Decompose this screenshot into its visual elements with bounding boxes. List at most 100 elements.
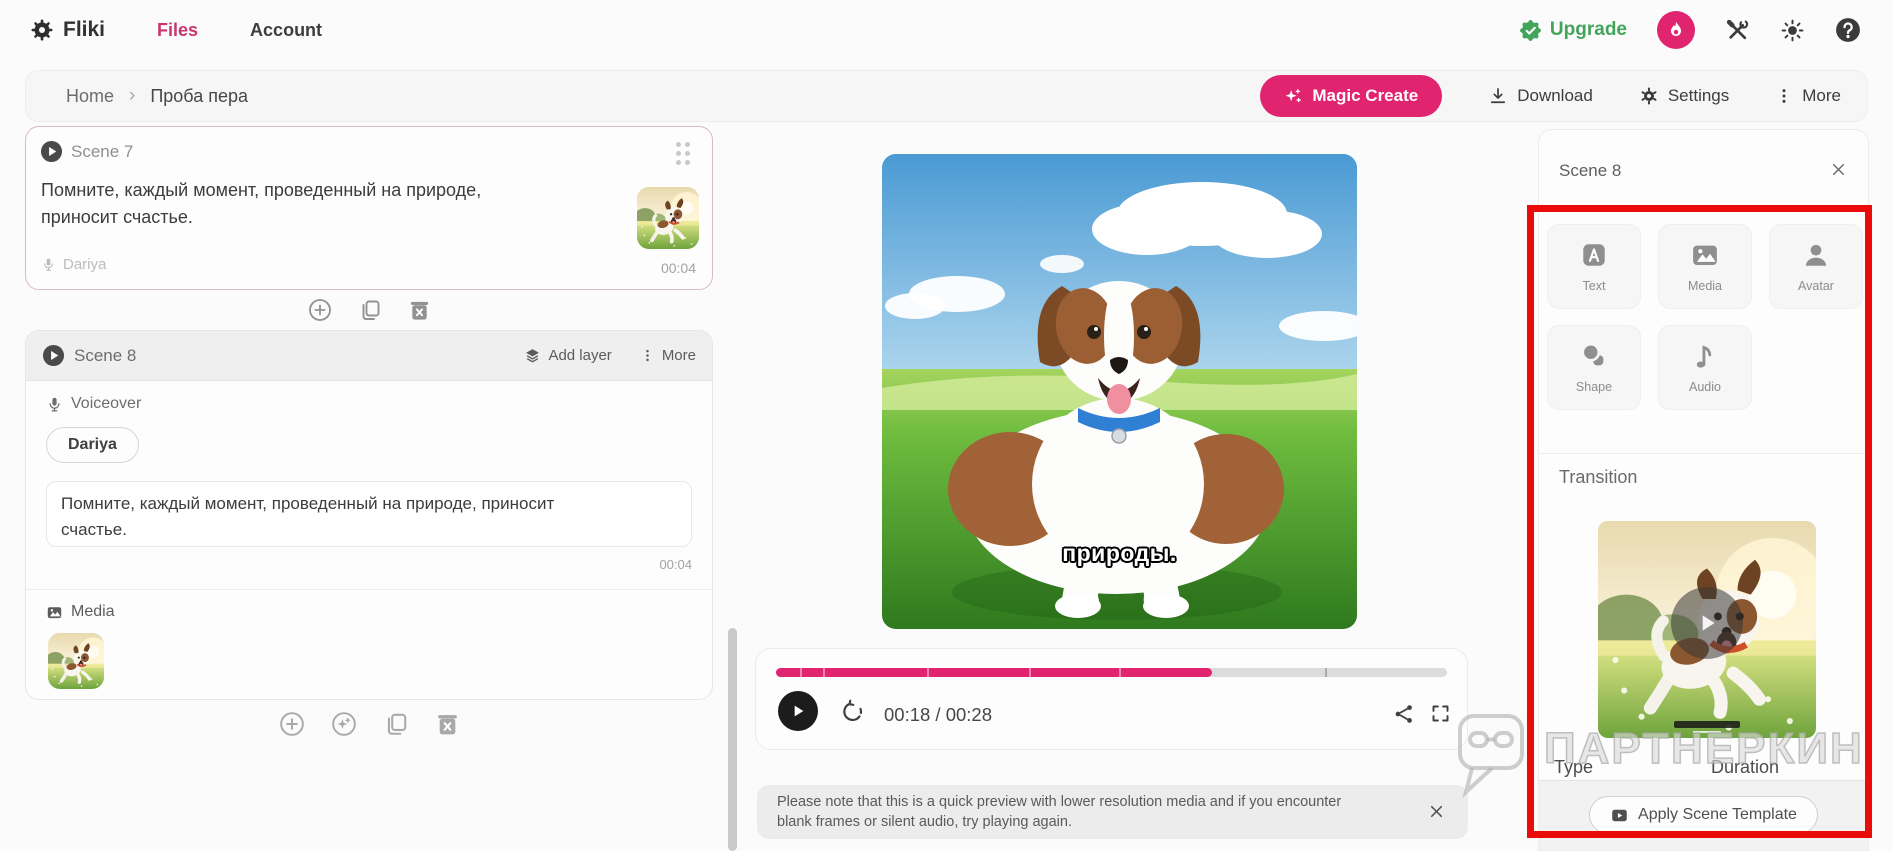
divider: [1539, 453, 1868, 454]
add-scene-icon[interactable]: [308, 298, 332, 322]
delete-scene-icon[interactable]: [435, 712, 460, 737]
tool-audio-button[interactable]: Audio: [1658, 325, 1752, 410]
theme-brightness-icon[interactable]: [1780, 18, 1805, 43]
scene-7-card[interactable]: Scene 7 Помните, каждый момент, проведен…: [25, 126, 713, 290]
transition-preview[interactable]: [1598, 521, 1816, 738]
scene-8-card[interactable]: Scene 8 Add layer More Voiceover Dariya …: [25, 330, 713, 700]
voice-selector-pill[interactable]: Dariya: [46, 427, 139, 463]
flame-icon: [1665, 19, 1687, 41]
scene-list: Scene 7 Помните, каждый момент, проведен…: [25, 126, 713, 748]
nav-files[interactable]: Files: [157, 20, 198, 41]
tool-text-button[interactable]: Text: [1547, 224, 1641, 309]
sparkles-icon: [1284, 87, 1303, 106]
time-display: 00:18 / 00:28: [884, 704, 993, 725]
project-toolbar: Home › Проба пера Magic Create Download: [25, 70, 1868, 122]
media-section-label: Media: [71, 603, 115, 620]
scene-7-duration: 00:04: [660, 260, 696, 276]
scene-7-thumbnail[interactable]: [637, 187, 699, 249]
scene-boundary-marker: [927, 668, 930, 677]
magic-scene-icon[interactable]: [331, 711, 357, 737]
more-label: More: [1802, 86, 1841, 105]
fliki-logo-icon: [30, 18, 54, 42]
progress-fill: [776, 668, 1213, 677]
upgrade-button[interactable]: Upgrade: [1519, 19, 1627, 42]
share-icon[interactable]: [1393, 703, 1415, 725]
video-template-icon: [1610, 806, 1629, 825]
scene-list-scrollbar[interactable]: [728, 628, 737, 851]
magic-create-button[interactable]: Magic Create: [1260, 75, 1443, 117]
duplicate-scene-icon[interactable]: [383, 711, 409, 737]
more-vertical-icon: [1775, 87, 1793, 105]
scene-7-title: Scene 7: [71, 142, 134, 161]
tools-icon[interactable]: [1725, 18, 1750, 43]
fullscreen-icon[interactable]: [1430, 703, 1451, 724]
help-icon[interactable]: [1835, 17, 1861, 43]
tool-media-button[interactable]: Media: [1658, 224, 1752, 309]
add-scene-icon[interactable]: [279, 711, 305, 737]
layer-tools-grid: Text Media Avatar Shape Audio: [1547, 224, 1863, 410]
scene-7-actions: [25, 290, 713, 330]
scene-inspector-panel: Scene 8 Text Media Avatar Shape Audio Tr…: [1538, 129, 1869, 851]
scene-boundary-marker: [1029, 668, 1032, 677]
audio-tool-icon: [1690, 341, 1720, 371]
upgrade-badge-icon: [1519, 19, 1542, 42]
notice-text: Please note that this is a quick preview…: [777, 794, 1342, 830]
scene-8-actions: [25, 700, 713, 748]
scene-8-script-input[interactable]: Помните, каждый момент, проведенный на п…: [46, 481, 692, 547]
tool-shape-button[interactable]: Shape: [1547, 325, 1641, 410]
video-preview[interactable]: природы.: [882, 154, 1357, 629]
notice-close-icon[interactable]: [1427, 802, 1446, 821]
tool-avatar-button[interactable]: Avatar: [1769, 224, 1863, 309]
delete-scene-icon[interactable]: [408, 299, 431, 322]
breadcrumb-separator: ›: [129, 85, 136, 106]
transition-caption-strip: [1674, 721, 1740, 728]
preview-notice-banner: Please note that this is a quick preview…: [757, 785, 1468, 839]
breadcrumb-home[interactable]: Home: [66, 86, 114, 107]
transition-play-overlay-icon[interactable]: [1671, 586, 1743, 659]
scene-8-more-button[interactable]: More: [640, 347, 696, 364]
progress-track[interactable]: [776, 668, 1447, 677]
scene-7-voice-name: Dariya: [63, 256, 107, 273]
scene-boundary-marker: [823, 668, 826, 677]
transition-caption-underline: [1693, 731, 1721, 733]
shape-tool-icon: [1579, 341, 1609, 371]
mic-icon: [41, 257, 56, 272]
fliki-brand: Fliki: [30, 18, 105, 42]
scene-7-drag-handle[interactable]: [676, 142, 690, 165]
voiceover-label: Voiceover: [71, 395, 142, 412]
text-tool-icon: [1579, 240, 1609, 270]
download-label: Download: [1517, 86, 1593, 105]
avatar-tool-icon: [1801, 240, 1831, 270]
inspector-footer: Apply Scene Template: [1539, 780, 1868, 850]
transition-section-label: Transition: [1559, 467, 1638, 487]
scene-8-play-icon[interactable]: [42, 344, 65, 367]
duplicate-scene-icon[interactable]: [358, 298, 382, 322]
download-icon: [1488, 86, 1508, 106]
scene-boundary-marker: [799, 668, 802, 677]
nav-account[interactable]: Account: [250, 20, 322, 41]
play-button[interactable]: [778, 691, 818, 731]
settings-label: Settings: [1667, 86, 1730, 105]
scene-8-title: Scene 8: [74, 345, 137, 365]
scene-8-duration: 00:04: [659, 557, 692, 572]
add-layer-button[interactable]: Add layer: [524, 347, 612, 364]
more-menu-button[interactable]: More: [1775, 86, 1841, 106]
scene-boundary-marker: [1118, 668, 1121, 677]
download-button[interactable]: Download: [1488, 86, 1593, 106]
breadcrumb: Home › Проба пера: [66, 85, 248, 107]
user-avatar[interactable]: [1657, 11, 1695, 49]
inspector-close-icon[interactable]: [1829, 160, 1848, 179]
subtitle-caption: природы.: [1062, 540, 1177, 566]
add-layer-label: Add layer: [548, 347, 612, 364]
restart-icon[interactable]: [840, 699, 865, 724]
apply-scene-template-button[interactable]: Apply Scene Template: [1589, 796, 1818, 834]
apply-scene-template-label: Apply Scene Template: [1638, 806, 1797, 823]
media-tool-icon: [1690, 240, 1720, 270]
inspector-title: Scene 8: [1559, 161, 1622, 180]
scene-7-play-icon[interactable]: [40, 140, 63, 163]
scene-boundary-marker: [1325, 668, 1328, 677]
scene-7-script-text[interactable]: Помните, каждый момент, проведенный на п…: [41, 177, 541, 231]
settings-button[interactable]: Settings: [1639, 86, 1729, 106]
scene-8-media-thumbnail[interactable]: [48, 633, 104, 689]
image-icon: [46, 604, 63, 621]
